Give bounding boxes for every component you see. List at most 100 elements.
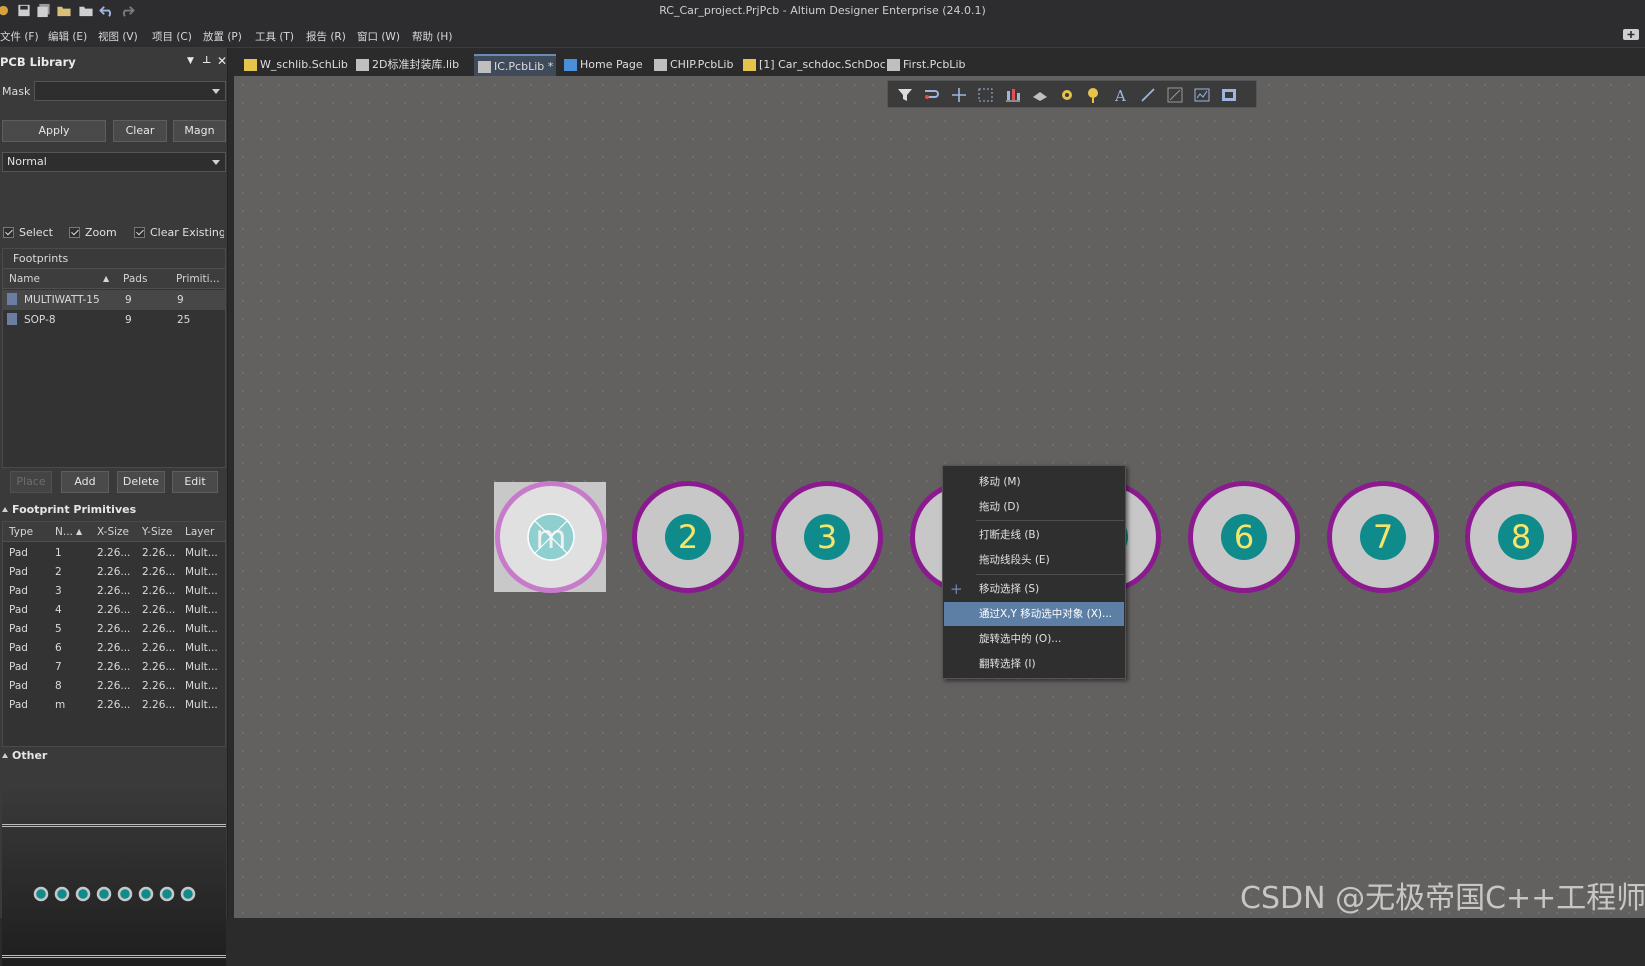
pin-icon[interactable]: ⊥ (202, 55, 211, 66)
primitives-section-header[interactable]: Footprint Primitives (2, 503, 136, 516)
menu-item-break-track[interactable]: 打断走线 (B) (944, 523, 1124, 547)
pad-8[interactable]: 8 (1465, 481, 1577, 593)
tab-car-schdoc[interactable]: [1] Car_schdoc.SchDoc (739, 54, 886, 76)
prim-y-size: 2.26... (142, 661, 176, 673)
fp-primitives: 25 (177, 314, 191, 326)
align-icon[interactable] (1004, 86, 1022, 104)
zoom-checkbox[interactable]: Zoom (69, 226, 117, 239)
close-icon[interactable]: ✕ (217, 54, 227, 68)
table-row[interactable]: MULTIWATT-15 9 9 (3, 290, 225, 310)
prim-type: Pad (9, 604, 28, 616)
mode-select[interactable]: Normal (2, 152, 226, 172)
cross-icon[interactable] (950, 86, 968, 104)
menu-help[interactable]: 帮助 (H) (412, 29, 452, 44)
prim-layer: Mult... (185, 604, 218, 616)
text-icon[interactable]: A (1112, 86, 1130, 104)
prim-number: 2 (55, 566, 62, 578)
other-section-header[interactable]: Other (2, 749, 47, 762)
prim-x-size: 2.26... (97, 680, 131, 692)
add-button[interactable]: Add (61, 471, 109, 493)
mask-input[interactable] (34, 81, 226, 101)
menu-edit[interactable]: 编辑 (E) (48, 29, 87, 44)
prim-y-size: 2.26... (142, 642, 176, 654)
menu-view[interactable]: 视图 (V) (98, 29, 138, 44)
dimension-icon[interactable] (1166, 86, 1184, 104)
table-row[interactable]: Pad 4 2.26... 2.26... Mult... (3, 600, 225, 620)
col-pads[interactable]: Pads (123, 273, 147, 285)
col-y-size[interactable]: Y-Size (142, 526, 173, 538)
table-row[interactable]: Pad 7 2.26... 2.26... Mult... (3, 657, 225, 677)
table-row[interactable]: Pad 8 2.26... 2.26... Mult... (3, 676, 225, 696)
component-icon[interactable] (1220, 86, 1238, 104)
menu-tools[interactable]: 工具 (T) (255, 29, 294, 44)
context-menu: 移动 (M) 拖动 (D) 打断走线 (B) 拖动线段头 (E) + 移动选择 … (942, 465, 1126, 679)
prim-layer: Mult... (185, 585, 218, 597)
via-icon[interactable] (1085, 86, 1103, 104)
apply-button[interactable]: Apply (2, 120, 106, 142)
menu-project[interactable]: 项目 (C) (152, 29, 192, 44)
tab-chip-pcblib[interactable]: CHIP.PcbLib (650, 54, 733, 76)
tab-label: CHIP.PcbLib (670, 58, 734, 71)
edit-button[interactable]: Edit (172, 471, 218, 493)
pad-3[interactable]: 3 (771, 481, 883, 593)
pad-2[interactable]: 2 (632, 481, 744, 593)
menu-window[interactable]: 窗口 (W) (357, 29, 400, 44)
tab-first-pcblib[interactable]: First.PcbLib (883, 54, 965, 76)
col-layer[interactable]: Layer (185, 526, 214, 538)
menu-divider (976, 520, 1124, 521)
table-row[interactable]: SOP-8 9 25 (3, 310, 225, 330)
measure-icon[interactable] (1193, 86, 1211, 104)
col-name[interactable]: Name (9, 273, 40, 285)
col-number[interactable]: N... (55, 526, 73, 538)
clear-button[interactable]: Clear (113, 120, 167, 142)
pad-7[interactable]: 7 (1327, 481, 1439, 593)
pad-6[interactable]: 6 (1188, 481, 1300, 593)
menu-item-drag[interactable]: 拖动 (D) (944, 495, 1124, 519)
checkbox-checked-icon (3, 227, 14, 238)
tab-home-page[interactable]: Home Page (560, 54, 643, 76)
pad-m[interactable]: m (495, 481, 607, 593)
menu-item-move-selection[interactable]: 移动选择 (S) (944, 577, 1124, 601)
fp-name: SOP-8 (24, 314, 56, 326)
tab-label: IC.PcbLib * (494, 60, 554, 73)
col-x-size[interactable]: X-Size (97, 526, 129, 538)
pad-icon[interactable] (1058, 86, 1076, 104)
menu-item-rotate-selection[interactable]: 旋转选中的 (O)... (944, 627, 1124, 651)
fp-pads: 9 (125, 294, 132, 306)
menu-place[interactable]: 放置 (P) (203, 29, 242, 44)
table-row[interactable]: Pad 5 2.26... 2.26... Mult... (3, 619, 225, 639)
zoom-label: Zoom (85, 226, 117, 239)
table-row[interactable]: Pad 3 2.26... 2.26... Mult... (3, 581, 225, 601)
layer-stack-icon[interactable] (1031, 86, 1049, 104)
menu-item-flip-selection[interactable]: 翻转选择 (I) (944, 652, 1124, 676)
clear-existing-checkbox[interactable]: Clear Existing (134, 226, 224, 239)
menu-file[interactable]: 文件 (F) (0, 29, 39, 44)
magnify-button[interactable]: Magn (173, 120, 226, 142)
col-primitives[interactable]: Primiti... (176, 273, 220, 285)
line-icon[interactable] (1139, 86, 1157, 104)
menu-item-drag-track-end[interactable]: 拖动线段头 (E) (944, 548, 1124, 572)
tab-ic-pcblib[interactable]: IC.PcbLib * (474, 54, 556, 76)
route-icon[interactable] (923, 86, 941, 104)
place-button[interactable]: Place (10, 471, 52, 493)
delete-button[interactable]: Delete (117, 471, 165, 493)
watermark: CSDN @无极帝国C++工程师 (1240, 881, 1645, 916)
menu-reports[interactable]: 报告 (R) (306, 29, 346, 44)
primitives-columns: Type N... ▲ X-Size Y-Size Layer (3, 522, 225, 542)
table-row[interactable]: Pad 2 2.26... 2.26... Mult... (3, 562, 225, 582)
menu-item-move[interactable]: 移动 (M) (944, 470, 1124, 494)
select-checkbox[interactable]: Select (3, 226, 53, 239)
notifications-icon[interactable] (1622, 28, 1640, 42)
tab-2d-lib[interactable]: 2D标准封装库.lib (352, 54, 459, 76)
filter-icon[interactable] (896, 86, 914, 104)
table-row[interactable]: Pad m 2.26... 2.26... Mult... (3, 695, 225, 715)
menu-item-move-selection-xy[interactable]: 通过X,Y 移动选中对象 (X)... (944, 602, 1124, 626)
pcblib-icon (887, 59, 900, 71)
select-rect-icon[interactable] (977, 86, 995, 104)
tab-w-schlib[interactable]: W_schlib.SchLib (240, 54, 348, 76)
table-row[interactable]: Pad 6 2.26... 2.26... Mult... (3, 638, 225, 658)
prim-layer: Mult... (185, 661, 218, 673)
panel-menu-icon[interactable]: ▼ (187, 56, 194, 66)
col-type[interactable]: Type (9, 526, 33, 538)
table-row[interactable]: Pad 1 2.26... 2.26... Mult... (3, 543, 225, 563)
